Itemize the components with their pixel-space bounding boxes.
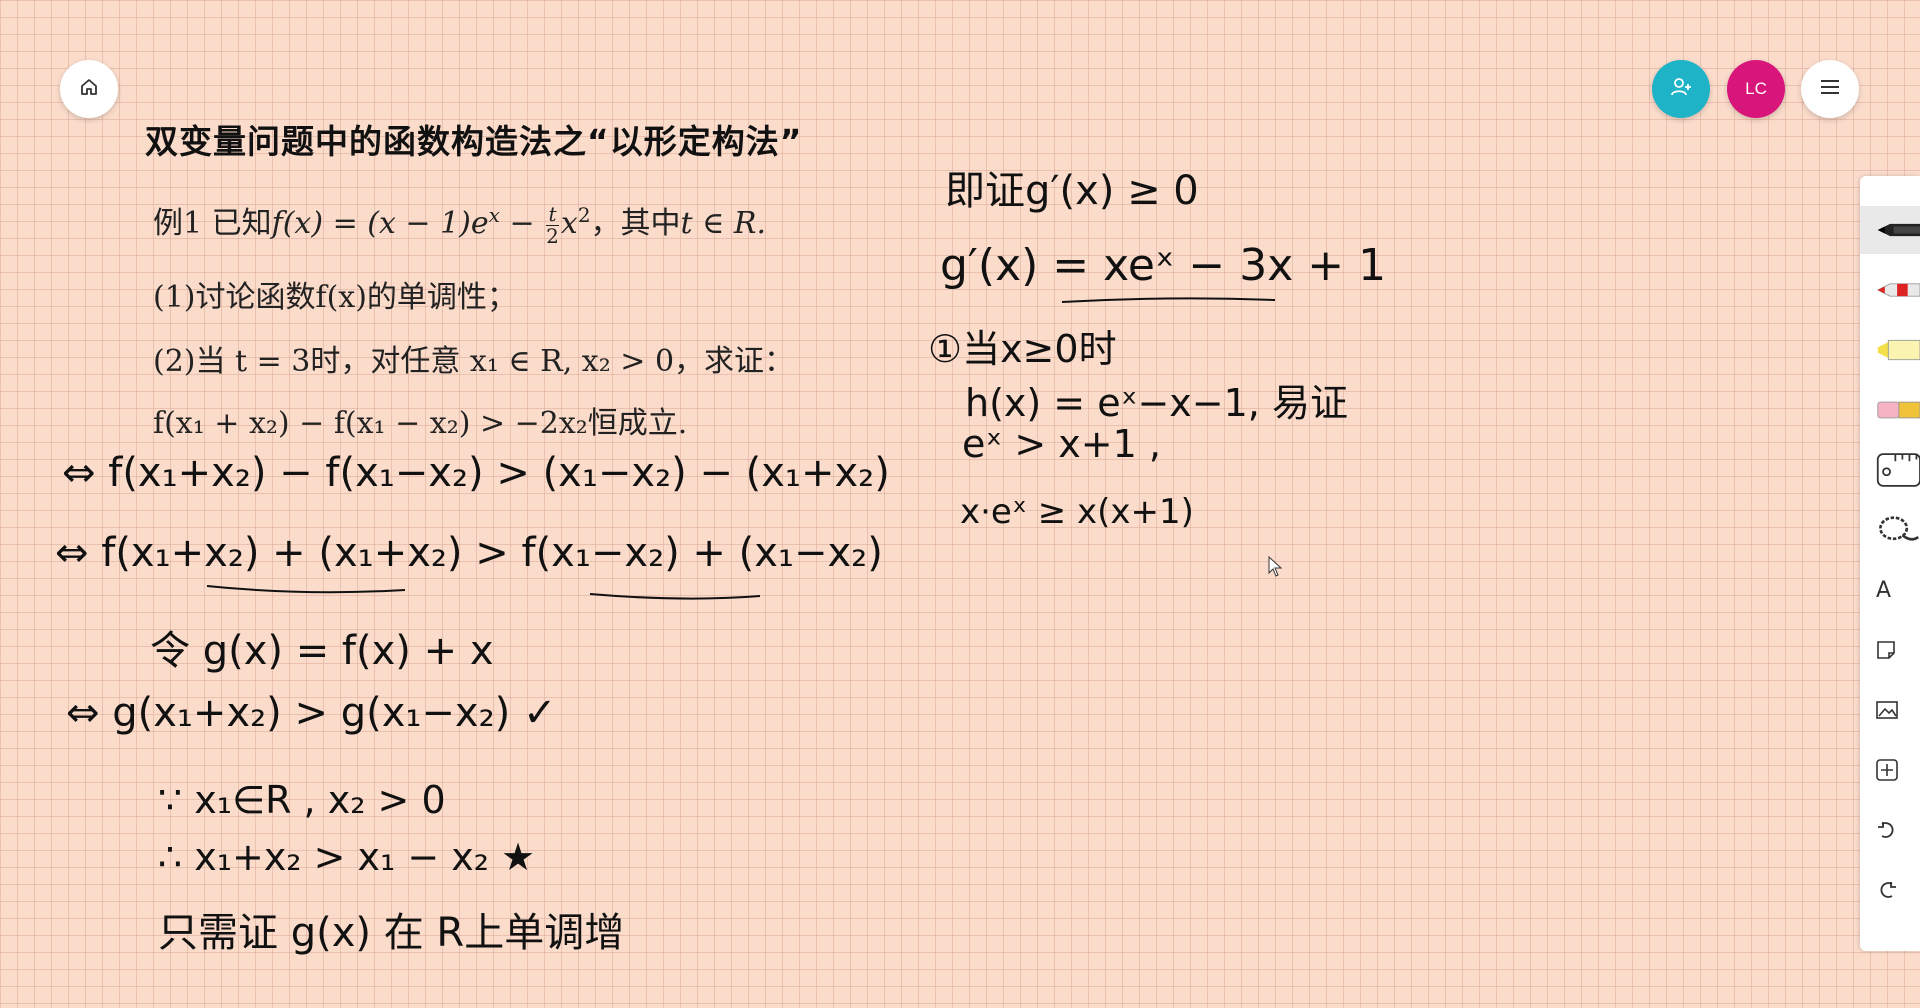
text-icon: A [1876, 577, 1892, 603]
pen-red-icon[interactable] [1860, 266, 1920, 314]
handwritten-line: h(x) = eˣ−x−1, 易证 [965, 381, 1348, 425]
invite-user-button[interactable] [1652, 60, 1710, 118]
handwritten-line: ①当x≥0时 [928, 327, 1117, 371]
handwritten-line: g′(x) = xeˣ − 3x + 1 [940, 240, 1387, 291]
underline-strokes [206, 585, 761, 600]
ruler-icon[interactable] [1860, 446, 1920, 494]
highlighter-icon[interactable] [1860, 326, 1920, 374]
user-avatar[interactable]: LC [1727, 60, 1785, 118]
tool-palette: A [1860, 176, 1920, 951]
sticky-note-icon[interactable] [1860, 626, 1920, 674]
underline-strokes [1061, 297, 1276, 303]
redo-icon[interactable] [1860, 866, 1920, 914]
undo-icon[interactable] [1860, 806, 1920, 854]
mouse-cursor-icon [1268, 556, 1283, 577]
image-icon[interactable] [1860, 686, 1920, 734]
problem-line-1: 例1 已知f(x) = (x − 1)ex − t 2 x2，其中t ∈ R. [153, 201, 767, 248]
add-icon[interactable] [1860, 746, 1920, 794]
avatar-initials: LC [1745, 79, 1767, 98]
handwritten-line: ∴ x₁+x₂ > x₁ − x₂ ★ [158, 835, 536, 879]
menu-button[interactable] [1801, 60, 1859, 118]
add-user-icon [1669, 75, 1693, 103]
page-title: 双变量问题中的函数构造法之“以形定构法” [145, 122, 803, 161]
handwritten-line: eˣ > x+1 , [962, 422, 1161, 466]
handwritten-line: 令 g(x) = f(x) + x [150, 628, 494, 674]
hamburger-icon [1819, 78, 1841, 100]
problem-line-3: (2)当 t = 3时，对任意 x₁ ∈ R, x₂ > 0，求证： [153, 344, 795, 379]
handwritten-line: ⇔ f(x₁+x₂) + (x₁+x₂) > f(x₁−x₂) + (x₁−x₂… [55, 530, 883, 576]
eraser-icon[interactable] [1860, 386, 1920, 434]
handwritten-line: ⇔ f(x₁+x₂) − f(x₁−x₂) > (x₁−x₂) − (x₁+x₂… [62, 450, 890, 496]
handwritten-line: ⇔ g(x₁+x₂) > g(x₁−x₂) ✓ [66, 690, 557, 736]
handwritten-line: 只需证 g(x) 在 R上单调增 [158, 910, 625, 956]
lasso-icon[interactable] [1860, 506, 1920, 554]
pen-black-icon[interactable] [1860, 206, 1920, 254]
home-button[interactable] [60, 60, 118, 118]
home-icon [79, 77, 99, 101]
fraction: t2 [546, 201, 559, 248]
problem-line-2: (1)讨论函数f(x)的单调性； [153, 280, 517, 315]
handwritten-line: ∵ x₁∈R , x₂ > 0 [158, 778, 446, 822]
text-tool-button[interactable]: A [1860, 566, 1920, 614]
handwritten-line: x·eˣ ≥ x(x+1) [960, 492, 1194, 532]
problem-line-4: f(x₁ + x₂) − f(x₁ − x₂) > −2x₂恒成立. [153, 406, 688, 441]
handwritten-line: 即证g′(x) ≥ 0 [945, 168, 1199, 214]
